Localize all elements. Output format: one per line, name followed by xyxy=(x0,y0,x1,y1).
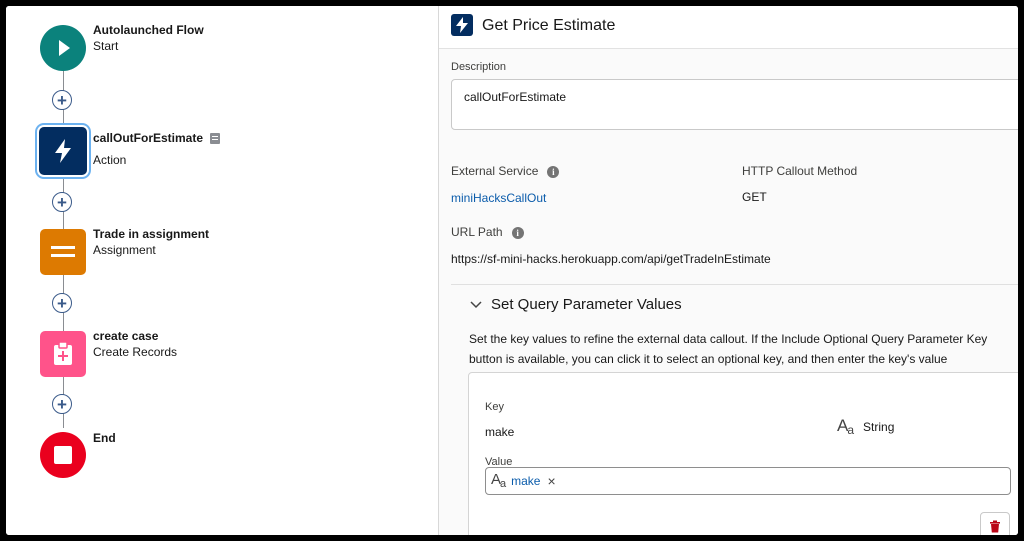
description-value: callOutForEstimate xyxy=(464,90,567,104)
node-title: End xyxy=(93,431,116,445)
node-subtitle: Create Records xyxy=(93,345,178,359)
panel-title: Get Price Estimate xyxy=(482,17,616,34)
create-records-node-label: create case Create Records xyxy=(93,329,177,359)
node-title: Autolaunched Flow xyxy=(93,23,204,37)
external-service-link[interactable]: miniHacksCallOut xyxy=(451,191,546,205)
add-element-button[interactable]: + xyxy=(52,293,72,313)
info-icon[interactable]: i xyxy=(511,226,524,239)
chevron-down-icon[interactable] xyxy=(469,297,483,311)
lightning-icon xyxy=(451,14,473,36)
equals-icon xyxy=(51,246,75,257)
start-node-label: Autolaunched Flow Start xyxy=(93,23,204,53)
value-pill[interactable]: Aa make × xyxy=(491,471,556,490)
query-parameter-card: Key make Aa String Value Aa make × xyxy=(468,372,1018,535)
info-icon[interactable]: i xyxy=(547,165,560,178)
help-line: Set the key values to refine the externa… xyxy=(469,332,988,346)
node-subtitle: Assignment xyxy=(93,243,156,257)
section-title[interactable]: Set Query Parameter Values xyxy=(491,296,682,313)
node-subtitle: Start xyxy=(93,39,119,53)
external-service-label-row: External Service i xyxy=(451,164,560,178)
trash-icon xyxy=(990,520,1000,532)
url-path-value: https://sf-mini-hacks.herokuapp.com/api/… xyxy=(451,252,771,266)
external-service-label: External Service xyxy=(451,164,539,178)
plus-icon: + xyxy=(57,394,67,414)
help-line: button is available, you can click it to… xyxy=(469,352,948,366)
key-value: make xyxy=(485,425,515,439)
text-type-icon: Aa xyxy=(491,471,506,490)
add-element-button[interactable]: + xyxy=(52,394,72,414)
http-method-value: GET xyxy=(742,190,767,204)
node-title: Trade in assignment xyxy=(93,227,210,241)
node-title: create case xyxy=(93,329,159,343)
action-node-label: callOutForEstimate Action xyxy=(93,131,221,167)
plus-icon: + xyxy=(57,293,67,313)
value-pill-label: make xyxy=(511,473,541,488)
assignment-node[interactable] xyxy=(40,229,86,275)
record-create-icon xyxy=(54,341,72,365)
stop-icon xyxy=(54,446,72,464)
url-path-label: URL Path xyxy=(451,225,503,239)
type-label: String xyxy=(863,419,895,434)
screenshot-frame: Autolaunched Flow Start + callOutForEsti… xyxy=(6,6,1018,535)
play-icon xyxy=(59,40,70,56)
value-input[interactable]: Aa make × xyxy=(485,467,1011,495)
type-indicator: Aa String xyxy=(837,416,894,437)
end-node-label: End xyxy=(93,431,116,445)
lightning-icon xyxy=(55,139,71,163)
node-title: callOutForEstimate xyxy=(93,131,204,145)
key-label: Key xyxy=(485,401,504,413)
text-type-icon: Aa xyxy=(837,416,854,437)
delete-button[interactable] xyxy=(980,512,1010,535)
action-node[interactable] xyxy=(39,127,87,175)
properties-panel: Get Price Estimate Description callOutFo… xyxy=(439,6,1018,535)
remove-icon[interactable]: × xyxy=(547,473,555,489)
section-help-text: Set the key values to refine the externa… xyxy=(469,329,987,369)
plus-icon: + xyxy=(57,90,67,110)
http-method-label: HTTP Callout Method xyxy=(742,164,858,178)
description-label: Description xyxy=(451,61,507,73)
flow-canvas: Autolaunched Flow Start + callOutForEsti… xyxy=(6,6,438,535)
description-icon xyxy=(210,132,221,144)
assignment-node-label: Trade in assignment Assignment xyxy=(93,227,209,257)
section-divider xyxy=(451,284,1018,285)
panel-header: Get Price Estimate xyxy=(439,6,1018,49)
start-node[interactable] xyxy=(40,25,86,71)
create-records-node[interactable] xyxy=(40,331,86,377)
node-subtitle: Action xyxy=(93,153,127,167)
description-field[interactable]: callOutForEstimate xyxy=(451,79,1018,130)
plus-icon: + xyxy=(57,192,67,212)
url-path-label-row: URL Path i xyxy=(451,225,524,239)
end-node[interactable] xyxy=(40,432,86,478)
add-element-button[interactable]: + xyxy=(52,90,72,110)
add-element-button[interactable]: + xyxy=(52,192,72,212)
